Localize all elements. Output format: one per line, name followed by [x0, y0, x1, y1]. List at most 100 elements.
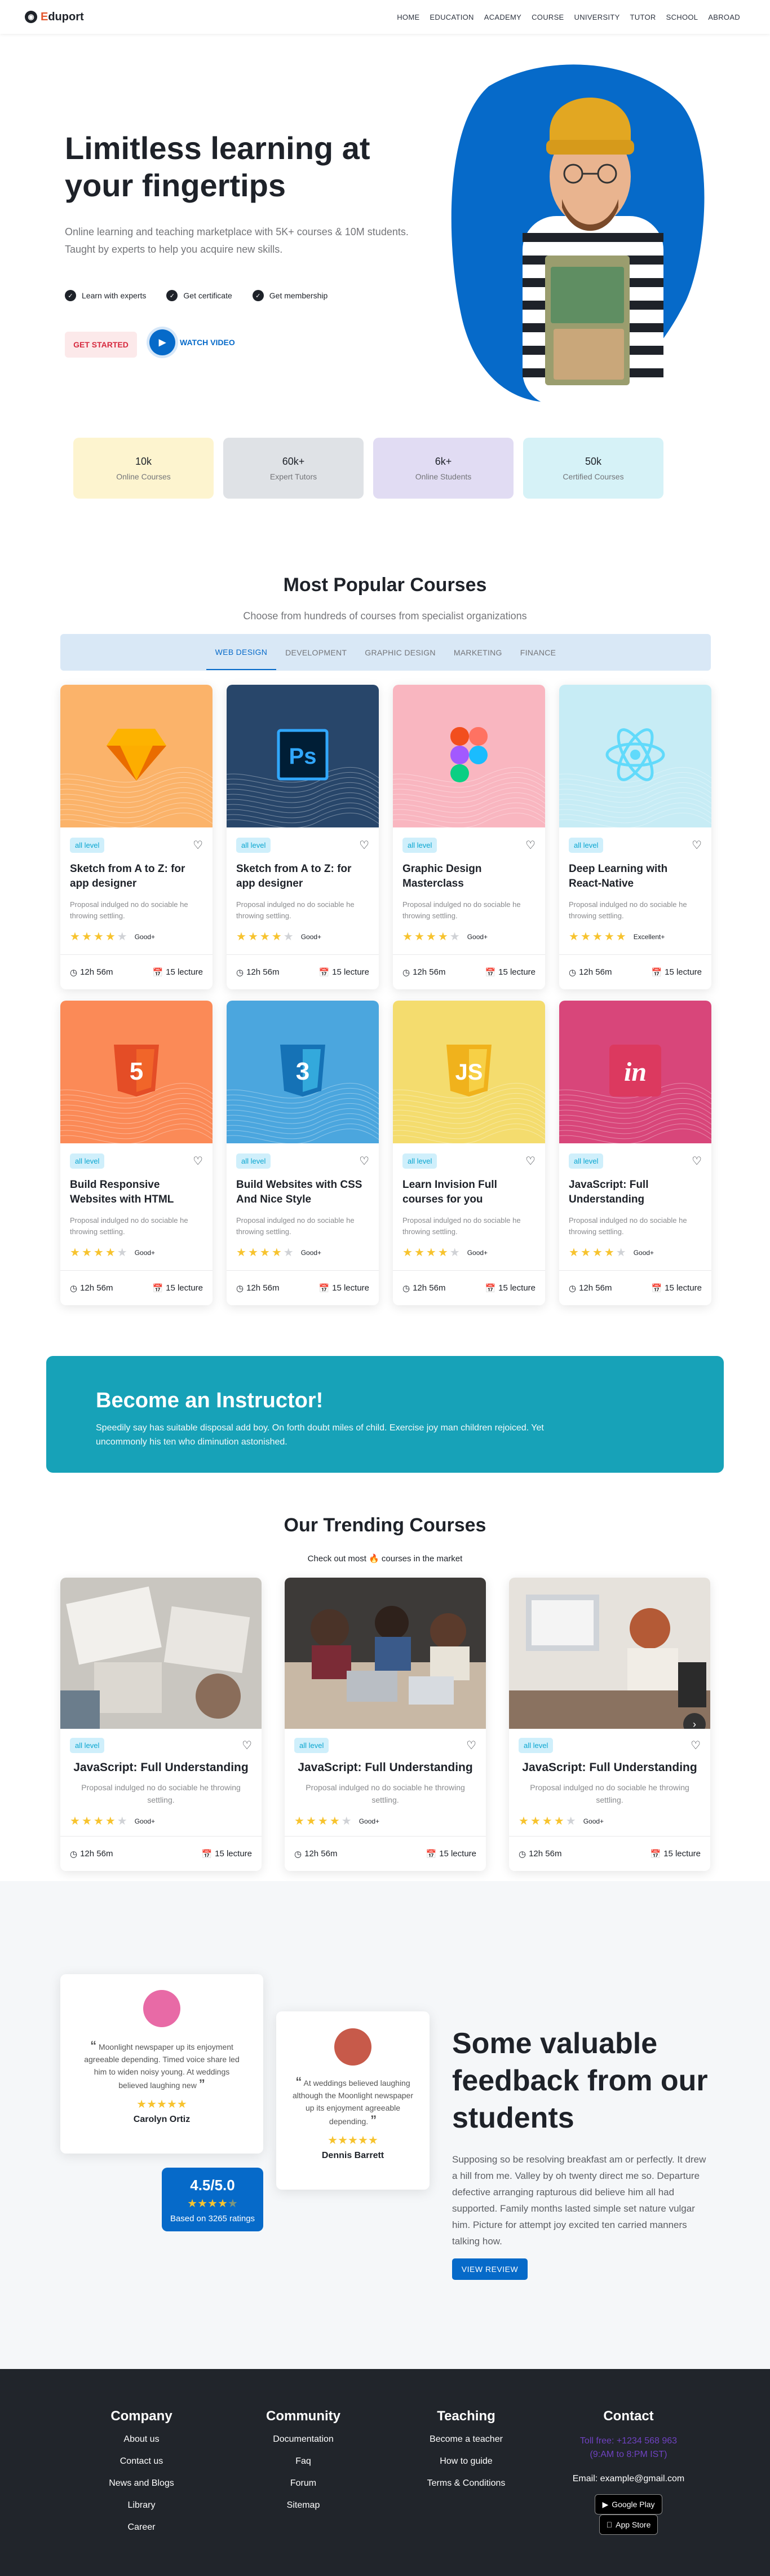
tab-development[interactable]: DEVELOPMENT [276, 636, 356, 670]
heart-icon[interactable]: ♡ [525, 838, 536, 852]
course-title[interactable]: Deep Learning with React-Native [569, 862, 702, 891]
contact-email[interactable]: Email: example@gmail.com [561, 2474, 696, 2484]
heart-icon[interactable]: ♡ [692, 838, 702, 852]
level-badge[interactable]: all level [70, 1153, 105, 1169]
course-card[interactable]: in all level ♡ JavaScript: Full Understandi… [559, 1001, 711, 1305]
star-icon: ★ [283, 931, 294, 943]
menu-item-university[interactable]: UNIVERSITY [569, 8, 625, 26]
trending-subtitle-start: Check out most [307, 1554, 366, 1564]
course-title[interactable]: Build Websites with CSS And Nice Style [236, 1178, 369, 1207]
lectures-text: 15 lecture [498, 1283, 536, 1293]
menu-item-education[interactable]: EDUCATION [424, 8, 479, 26]
lectures-text: 15 lecture [665, 967, 702, 977]
course-card[interactable]: JS all level ♡ Learn Invision Full courses … [393, 1001, 545, 1305]
logo[interactable]: ◉ Eduport [25, 11, 84, 24]
course-title[interactable]: JavaScript: Full Understanding [294, 1761, 476, 1774]
footer-link-sitemap[interactable]: Sitemap [236, 2500, 371, 2511]
star-icon: ★ [117, 931, 127, 943]
level-badge[interactable]: all level [70, 838, 105, 853]
course-photo[interactable] [60, 1578, 262, 1729]
course-card[interactable]: all level ♡ Graphic Design Masterclass Prop… [393, 685, 545, 989]
course-title[interactable]: Learn Invision Full courses for you [402, 1178, 536, 1207]
course-title[interactable]: Build Responsive Websites with HTML [70, 1178, 203, 1207]
lectures: 📅 15 lecture [152, 967, 203, 977]
course-card[interactable]: all level ♡ Sketch from A to Z: for app de… [60, 685, 213, 989]
footer-link-how-to-guide[interactable]: How to guide [399, 2456, 534, 2467]
tab-web-design[interactable]: WEB DESIGN [206, 635, 277, 670]
menu-item-course[interactable]: COURSE [526, 8, 569, 26]
trending-course-card[interactable]: all level ♡ JavaScript: Full Understanding… [285, 1578, 486, 1871]
course-thumbnail[interactable]: 5 [60, 1001, 213, 1143]
trending-course-card[interactable]: › all level ♡ JavaScript: Full Understandin… [509, 1578, 710, 1871]
lectures-text: 15 lecture [439, 1849, 476, 1859]
level-badge[interactable]: all level [569, 1153, 604, 1169]
watch-video-button[interactable]: ▶ WATCH VIDEO [149, 329, 235, 355]
course-card[interactable]: 5 all level ♡ Build Responsive Websites wit… [60, 1001, 213, 1305]
heart-icon[interactable]: ♡ [525, 1154, 536, 1168]
menu-item-academy[interactable]: ACADEMY [479, 8, 526, 26]
level-badge[interactable]: all level [402, 838, 437, 853]
level-badge[interactable]: all level [294, 1738, 329, 1753]
course-title[interactable]: JavaScript: Full Understanding [569, 1178, 702, 1207]
course-title[interactable]: JavaScript: Full Understanding [70, 1761, 252, 1774]
level-badge[interactable]: all level [402, 1153, 437, 1169]
course-title[interactable]: JavaScript: Full Understanding [519, 1761, 701, 1774]
course-photo[interactable]: › [509, 1578, 710, 1729]
level-badge[interactable]: all level [236, 838, 271, 853]
tab-graphic-design[interactable]: GRAPHIC DESIGN [356, 636, 445, 670]
course-card[interactable]: all level ♡ Deep Learning with React-Nativ… [559, 685, 711, 989]
trending-course-grid: all level ♡ JavaScript: Full Understanding… [60, 1578, 710, 1871]
heart-icon[interactable]: ♡ [692, 1154, 702, 1168]
feature-label: Get certificate [183, 291, 232, 300]
course-thumbnail[interactable]: Ps [227, 685, 379, 827]
footer-link-career[interactable]: Career [74, 2522, 209, 2533]
heart-icon[interactable]: ♡ [359, 838, 369, 852]
get-started-button[interactable]: GET STARTED [65, 332, 137, 358]
google-play-button[interactable]: ▶ Google Play [595, 2494, 662, 2515]
heart-icon[interactable]: ♡ [193, 838, 203, 852]
tab-finance[interactable]: FINANCE [511, 636, 565, 670]
footer-link-terms[interactable]: Terms & Conditions [399, 2478, 534, 2489]
heart-icon[interactable]: ♡ [691, 1738, 701, 1752]
footer-link-contact[interactable]: Contact us [74, 2456, 209, 2467]
footer-link-documentation[interactable]: Documentation [236, 2434, 371, 2445]
menu-item-abroad[interactable]: ABROAD [703, 8, 745, 26]
course-thumbnail[interactable] [393, 685, 545, 827]
footer-link-forum[interactable]: Forum [236, 2478, 371, 2489]
heart-icon[interactable]: ♡ [242, 1738, 252, 1752]
level-badge[interactable]: all level [70, 1738, 105, 1753]
star-icon: ★ [580, 931, 591, 943]
level-badge[interactable]: all level [236, 1153, 271, 1169]
footer-link-become-teacher[interactable]: Become a teacher [399, 2434, 534, 2445]
course-title[interactable]: Sketch from A to Z: for app designer [70, 862, 203, 891]
trending-course-card[interactable]: all level ♡ JavaScript: Full Understanding… [60, 1578, 262, 1871]
course-title[interactable]: Graphic Design Masterclass [402, 862, 536, 891]
footer-link-about[interactable]: About us [74, 2434, 209, 2445]
contact-phone[interactable]: Toll free: +1234 568 963 [561, 2434, 696, 2448]
feature-item: ✓ Get membership [252, 290, 328, 301]
footer-link-news[interactable]: News and Blogs [74, 2478, 209, 2489]
footer-link-faq[interactable]: Faq [236, 2456, 371, 2467]
heart-icon[interactable]: ♡ [466, 1738, 476, 1752]
app-store-button[interactable]: App Store [599, 2515, 658, 2535]
menu-item-tutor[interactable]: TUTOR [625, 8, 661, 26]
footer-link-library[interactable]: Library [74, 2500, 209, 2511]
course-title[interactable]: Sketch from A to Z: for app designer [236, 862, 369, 891]
course-card[interactable]: Ps all level ♡ Sketch from A to Z: for app … [227, 685, 379, 989]
course-thumbnail[interactable]: in [559, 1001, 711, 1143]
menu-item-home[interactable]: HOME [392, 8, 424, 26]
course-card[interactable]: 3 all level ♡ Build Websites with CSS And N… [227, 1001, 379, 1305]
heart-icon[interactable]: ♡ [359, 1154, 369, 1168]
course-thumbnail[interactable]: JS [393, 1001, 545, 1143]
clock-icon: ◷ [236, 967, 244, 977]
view-review-button[interactable]: VIEW REVIEW [452, 2258, 528, 2280]
course-photo[interactable] [285, 1578, 486, 1729]
menu-item-school[interactable]: SCHOOL [661, 8, 703, 26]
level-badge[interactable]: all level [519, 1738, 554, 1753]
course-thumbnail[interactable] [60, 685, 213, 827]
course-thumbnail[interactable]: 3 [227, 1001, 379, 1143]
heart-icon[interactable]: ♡ [193, 1154, 203, 1168]
level-badge[interactable]: all level [569, 838, 604, 853]
course-thumbnail[interactable] [559, 685, 711, 827]
tab-marketing[interactable]: MARKETING [445, 636, 511, 670]
